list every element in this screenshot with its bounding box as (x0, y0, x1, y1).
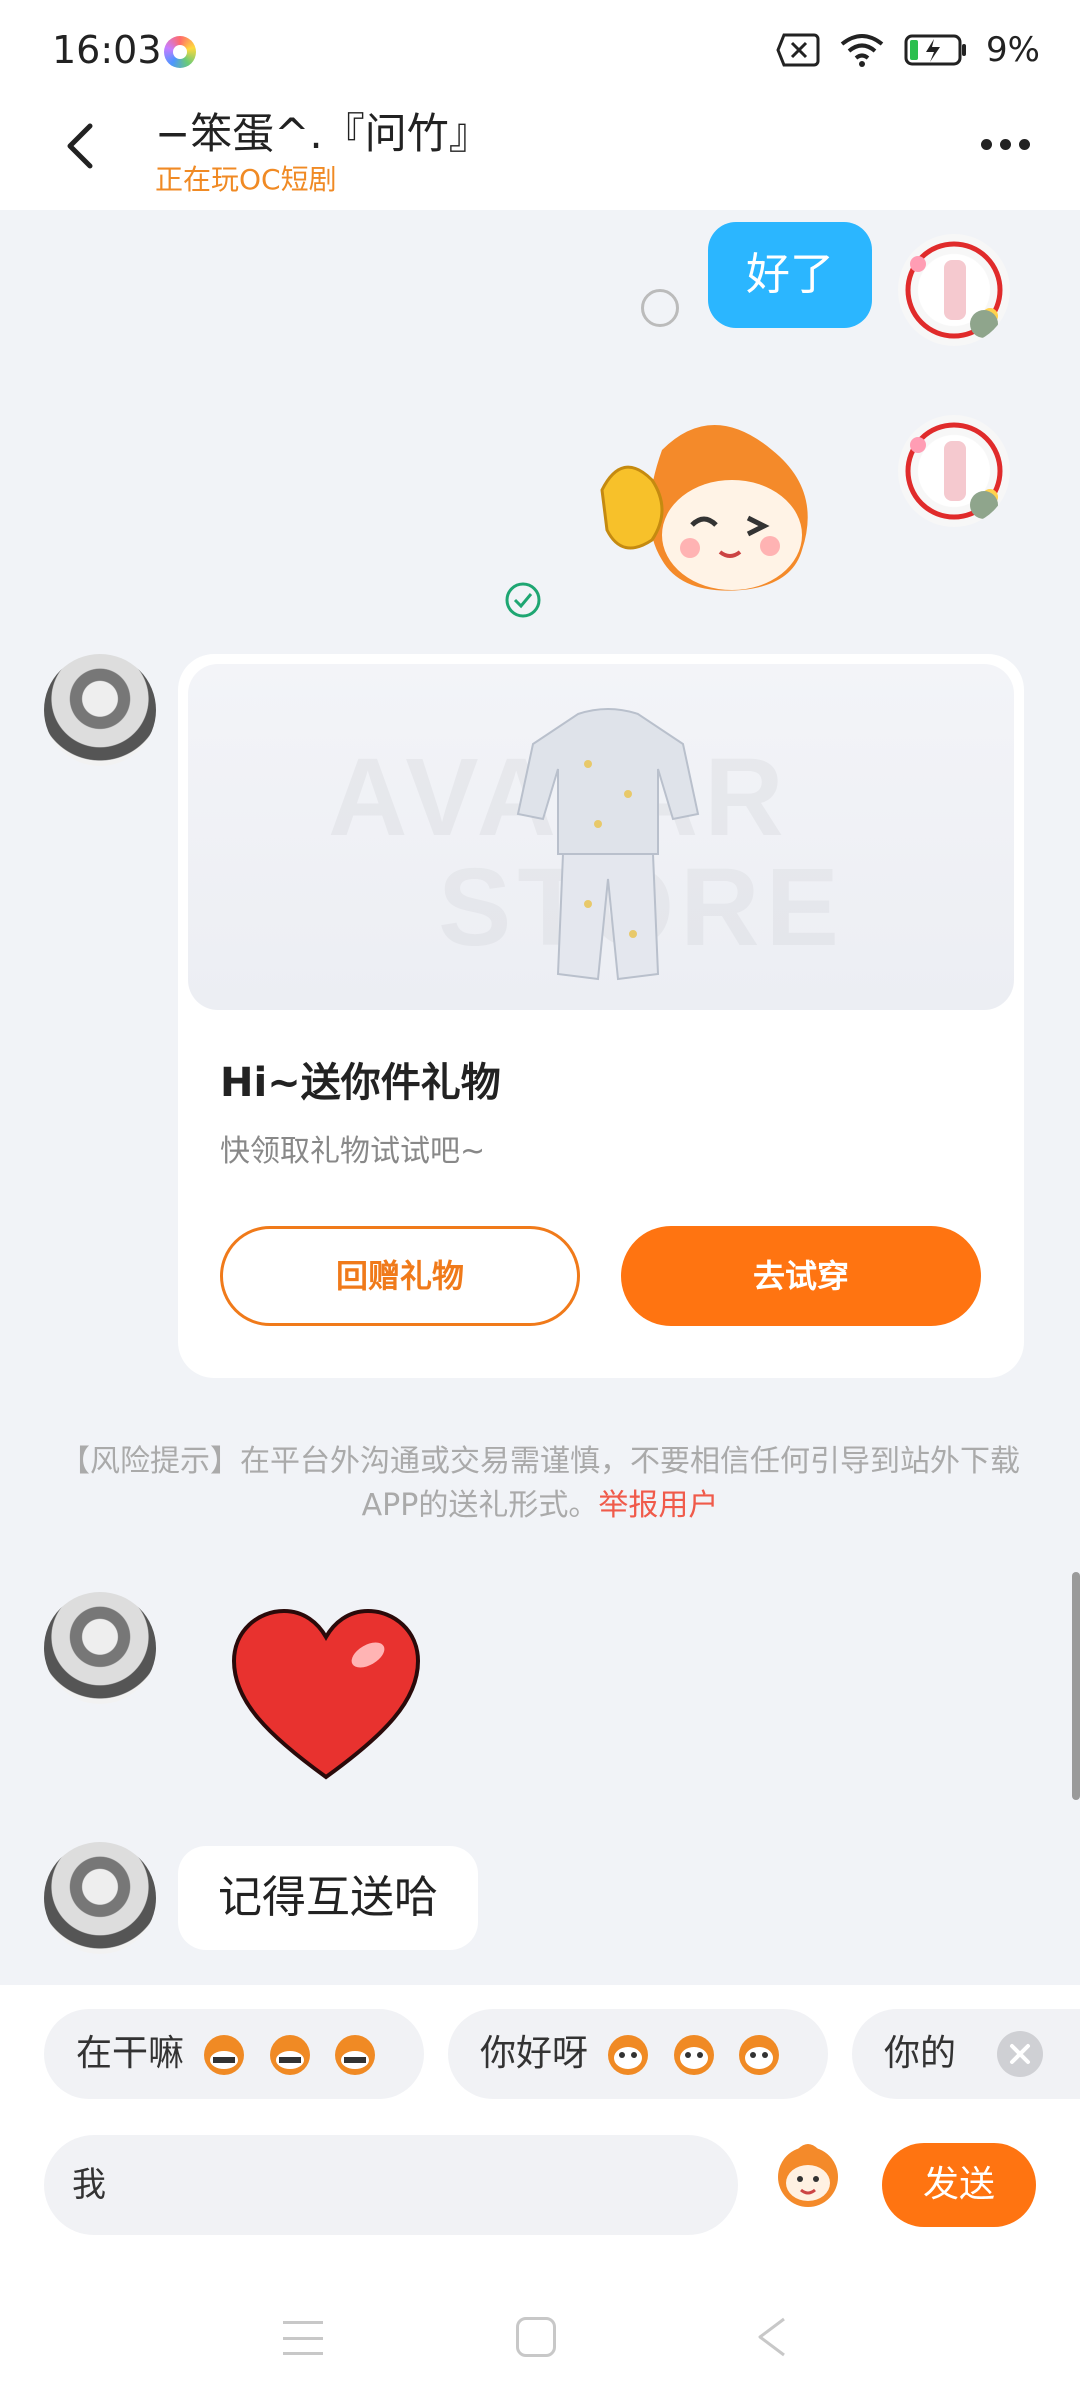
gift-title: Hi~送你件礼物 (220, 1060, 501, 1106)
quick-reply-chip[interactable]: 在干嘛 (44, 2009, 424, 2099)
status-time: 16:03 (52, 28, 162, 72)
incoming-message[interactable]: 记得互送哈 (178, 1846, 478, 1950)
gift-card[interactable]: AVATAR STORE Hi~送你件礼物 快领取礼物试试吧~ 回赠礼物 去试穿 (178, 654, 1024, 1378)
battery-percent: 9% (986, 30, 1040, 70)
more-button[interactable] (970, 124, 1040, 164)
triangle-back-icon (758, 2317, 785, 2357)
friend-avatar[interactable] (44, 654, 156, 766)
send-button[interactable]: 发送 (882, 2143, 1036, 2227)
wifi-icon (840, 34, 884, 67)
quick-reply-chip[interactable]: 你好呀 (448, 2009, 828, 2099)
back-button[interactable] (52, 116, 112, 176)
chevron-left-icon (67, 123, 93, 169)
wave-monkey-emoji-icon (608, 2035, 649, 2075)
close-quick-replies-button[interactable] (997, 2031, 1043, 2077)
read-check-icon (505, 582, 541, 618)
risk-warning: 【风险提示】在平台外沟通或交易需谨慎，不要相信任何引导到站外下载APP的送礼形式… (60, 1440, 1020, 1528)
nav-back-button[interactable] (752, 2315, 792, 2359)
grin-monkey-emoji-icon (335, 2035, 376, 2075)
wink-sticker-image (600, 425, 808, 591)
monkey-emoji-icon (778, 2144, 838, 2207)
report-user-link[interactable]: 举报用户 (598, 1488, 718, 1523)
chat-area[interactable]: 好了 Hi~送你件礼物 快领取礼物试试吧~ 回赠礼物 去试穿 【风险提示】在平台… (0, 210, 1080, 1985)
chat-title[interactable]: −笨蛋^.『问竹』 (155, 100, 491, 161)
avatar-image (905, 422, 1003, 520)
menu-line (283, 2321, 323, 2324)
pajama-outfit-image (516, 708, 700, 981)
heart-sticker[interactable] (228, 1605, 424, 1785)
scrollbar[interactable] (1072, 1572, 1080, 1800)
my-avatar[interactable] (898, 415, 1010, 527)
chat-status: 正在玩OC短剧 (155, 163, 337, 196)
return-gift-button[interactable]: 回赠礼物 (220, 1226, 580, 1326)
quick-reply-chip[interactable]: 你的 (852, 2009, 1080, 2099)
more-dot (980, 138, 992, 150)
gift-description: 快领取礼物试试吧~ (220, 1134, 486, 1169)
wave-monkey-emoji-icon (739, 2035, 780, 2075)
avatar-image (905, 241, 1003, 339)
more-dot (1018, 138, 1030, 150)
risk-warning-text: 【风险提示】在平台外沟通或交易需谨慎，不要相信任何引导到站外下载APP的送礼形式… (60, 1444, 1020, 1523)
friend-avatar[interactable] (44, 1592, 156, 1704)
gift-preview-image: AVATAR STORE (188, 664, 1014, 1010)
system-navigation-bar (0, 2285, 1080, 2400)
quick-reply-text: 在干嘛 (76, 2033, 185, 2074)
home-button[interactable] (516, 2317, 556, 2357)
emoji-button[interactable] (768, 2135, 848, 2215)
game-app-icon (164, 36, 196, 68)
friend-avatar[interactable] (44, 1842, 156, 1954)
menu-line (283, 2352, 323, 2355)
sim-off-icon (776, 33, 820, 67)
grin-monkey-emoji-icon (204, 2035, 245, 2075)
try-on-button[interactable]: 去试穿 (621, 1226, 981, 1326)
wink-sticker[interactable] (592, 410, 832, 610)
close-icon (1010, 2044, 1030, 2064)
chat-header: −笨蛋^.『问竹』 正在玩OC短剧 (0, 100, 1080, 210)
battery-icon (904, 34, 967, 66)
quick-reply-text: 你的 (884, 2033, 957, 2074)
menu-line (283, 2336, 323, 2340)
outgoing-message[interactable]: 好了 (708, 222, 872, 328)
message-input[interactable]: 我 (44, 2135, 738, 2235)
my-avatar[interactable] (898, 234, 1010, 346)
unread-status-icon (641, 289, 679, 327)
status-icons: 9% (776, 30, 1040, 70)
status-bar: 16:03 9% (0, 0, 1080, 100)
quick-reply-text: 你好呀 (480, 2033, 589, 2074)
composer-panel: 在干嘛 你好呀 你的 我 发送 (0, 1985, 1080, 2400)
grin-monkey-emoji-icon (269, 2035, 310, 2075)
wave-monkey-emoji-icon (673, 2035, 714, 2075)
recent-apps-button[interactable] (283, 2321, 323, 2355)
more-dot (999, 138, 1011, 150)
